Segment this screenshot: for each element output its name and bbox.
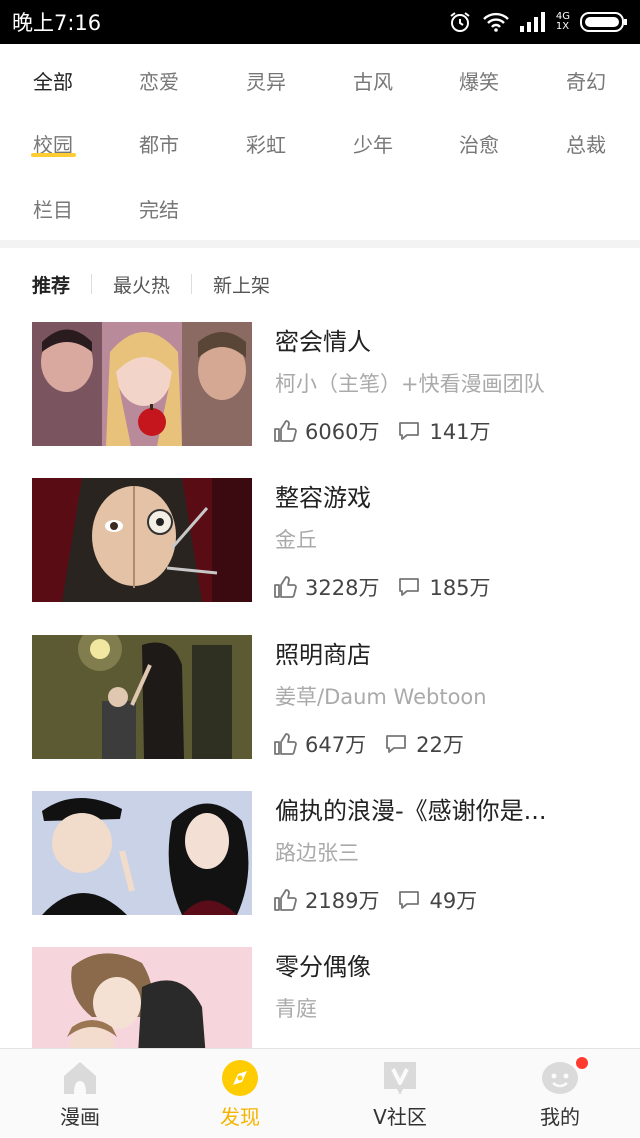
comic-title: 整容游戏 [275,484,371,512]
status-time: 晚上7:16 [12,11,102,35]
category-rainbow[interactable]: 彩虹 [213,129,319,158]
category-fantasy[interactable]: 奇幻 [533,66,639,95]
nav-tab-comics[interactable]: 漫画 [0,1049,160,1138]
v-community-icon [384,1062,416,1095]
comic-cover[interactable] [32,322,252,446]
comic-item[interactable]: 照明商店 姜草/Daum Webtoon 647万 22万 [0,633,640,761]
comic-item[interactable]: 整容游戏 金丘 3228万 185万 [0,476,640,604]
notification-badge [574,1055,590,1071]
nav-label: 我的 [540,1105,580,1129]
category-urban[interactable]: 都市 [106,129,212,158]
comment-icon[interactable] [397,575,421,599]
nav-label: V社区 [373,1105,427,1129]
alarm-icon [450,12,470,32]
nav-label: 漫画 [60,1105,100,1129]
comic-author: 路边张三 [275,841,359,865]
signal-icon [519,12,545,32]
battery-icon [580,12,627,32]
comment-count: 141万 [429,420,491,444]
comment-icon[interactable] [397,419,421,443]
comment-icon[interactable] [384,732,408,756]
category-supernatural[interactable]: 灵异 [213,66,319,95]
like-count: 6060万 [305,420,380,444]
comic-item[interactable]: 密会情人 柯小（主笔）+快看漫画团队 6060万 141万 [0,320,640,448]
comic-author: 青庭 [275,997,317,1021]
tab-new-releases[interactable]: 新上架 [192,271,291,298]
bottom-nav: 漫画 发现 V社区 我的 [0,1048,640,1138]
category-comedy[interactable]: 爆笑 [426,66,532,95]
comic-title: 偏执的浪漫-《感谢你是... [275,797,547,825]
comic-title: 密会情人 [275,328,371,356]
like-count: 647万 [305,733,367,757]
comic-cover[interactable] [32,635,252,759]
active-category-indicator [31,153,76,157]
category-shonen[interactable]: 少年 [320,129,426,158]
network-type-secondary: 1X [555,21,570,32]
comment-count: 49万 [429,889,478,913]
comic-title: 照明商店 [275,641,371,669]
category-ancient[interactable]: 古风 [320,66,426,95]
status-bar: 晚上7:16 4G 1X [0,0,640,44]
category-romance[interactable]: 恋爱 [106,66,212,95]
home-icon [64,1062,96,1094]
thumbs-up-icon[interactable] [273,732,297,756]
thumbs-up-icon[interactable] [273,575,297,599]
like-count: 2189万 [305,889,380,913]
nav-tab-profile[interactable]: 我的 [480,1049,640,1138]
section-divider [0,240,640,248]
wifi-icon [483,12,509,32]
comic-author: 姜草/Daum Webtoon [275,685,487,709]
nav-tab-v-community[interactable]: V社区 [320,1049,480,1138]
tab-recommended[interactable]: 推荐 [0,271,91,298]
comic-title: 零分偶像 [275,953,371,981]
category-all[interactable]: 全部 [0,66,106,95]
discover-icon [222,1060,258,1096]
category-column[interactable]: 栏目 [0,194,106,223]
comment-count: 185万 [429,576,491,600]
comic-cover[interactable] [32,791,252,915]
category-healing[interactable]: 治愈 [426,129,532,158]
comic-cover[interactable] [32,478,252,602]
thumbs-up-icon[interactable] [273,419,297,443]
like-count: 3228万 [305,576,380,600]
comment-icon[interactable] [397,888,421,912]
thumbs-up-icon[interactable] [273,888,297,912]
sort-tabs: 推荐 最火热 新上架 [0,264,640,304]
nav-label: 发现 [220,1105,260,1129]
category-grid: 全部 恋爱 灵异 古风 爆笑 奇幻 校园 都市 彩虹 少年 治愈 总裁 栏目 完… [0,44,640,240]
nav-tab-discover[interactable]: 发现 [160,1049,320,1138]
category-completed[interactable]: 完结 [106,194,212,223]
comment-count: 22万 [416,733,464,757]
comic-author: 柯小（主笔）+快看漫画团队 [275,372,545,396]
tab-hottest[interactable]: 最火热 [92,271,191,298]
category-ceo[interactable]: 总裁 [533,129,639,158]
comic-author: 金丘 [275,528,317,552]
comic-item[interactable]: 偏执的浪漫-《感谢你是... 路边张三 2189万 49万 [0,789,640,917]
